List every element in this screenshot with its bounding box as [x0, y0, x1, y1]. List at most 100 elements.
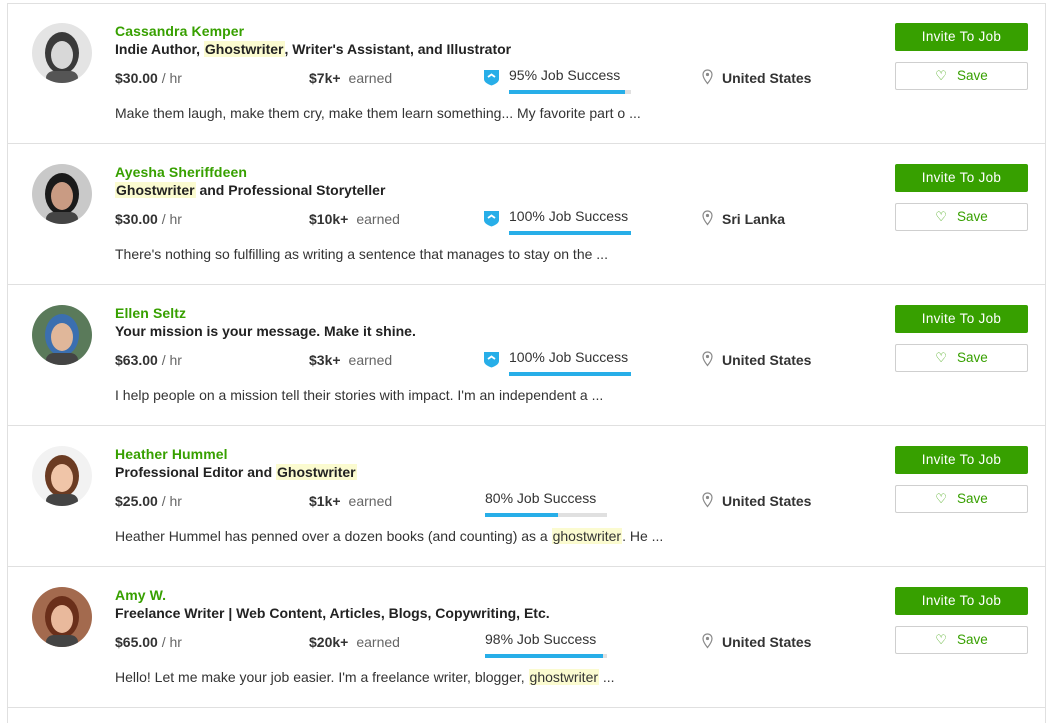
desc-text-rest: ... — [599, 669, 615, 685]
map-pin-icon — [702, 633, 713, 649]
earned-value: $3k+ — [309, 352, 341, 368]
hourly-rate: $30.00 / hr — [115, 211, 182, 227]
heart-outline-icon: ♡ — [935, 491, 947, 506]
freelancer-title: Professional Editor and Ghostwriter — [115, 464, 357, 480]
freelancer-title: Ghostwriter and Professional Storyteller — [115, 182, 385, 198]
freelancer-name[interactable]: Amy W. — [115, 587, 166, 603]
earned-value: $10k+ — [309, 211, 349, 227]
total-earned: $1k+ earned — [309, 493, 392, 509]
rate-unit: / hr — [161, 70, 182, 86]
desc-text: Heather Hummel has penned over a dozen b… — [115, 528, 552, 544]
freelancer-title: Your mission is your message. Make it sh… — [115, 323, 416, 339]
total-earned: $7k+ earned — [309, 70, 392, 86]
shield-badge-icon — [483, 351, 500, 368]
title-text-rest: and Professional Storyteller — [195, 182, 386, 198]
map-pin-icon — [702, 351, 713, 367]
freelancer-card: Amy W. Freelance Writer | Web Content, A… — [7, 567, 1046, 708]
location: United States — [702, 633, 812, 650]
heart-outline-icon: ♡ — [935, 350, 947, 365]
shield-badge-icon — [483, 69, 500, 86]
rate-unit: / hr — [161, 211, 182, 227]
job-success: 100% Job Success — [483, 202, 643, 236]
rate-value: $65.00 — [115, 634, 158, 650]
invite-to-job-button[interactable]: Invite To Job — [895, 305, 1028, 333]
rate-value: $30.00 — [115, 211, 158, 227]
earned-label: earned — [348, 352, 393, 368]
job-success: 100% Job Success — [483, 343, 643, 377]
title-text-rest: , Writer's Assistant, and Illustrator — [284, 41, 512, 57]
freelancer-description: I help people on a mission tell their st… — [115, 387, 603, 403]
job-success-bar — [485, 513, 607, 517]
map-pin-icon — [702, 210, 713, 226]
freelancer-description: There's nothing so fulfilling as writing… — [115, 246, 608, 262]
save-label: Save — [956, 632, 988, 647]
rate-unit: / hr — [161, 352, 182, 368]
total-earned: $3k+ earned — [309, 352, 392, 368]
job-success: 98% Job Success — [483, 625, 643, 659]
earned-value: $20k+ — [309, 634, 349, 650]
rate-value: $25.00 — [115, 493, 158, 509]
location-text: United States — [722, 634, 812, 650]
desc-text: I help people on a mission tell their st… — [115, 387, 604, 403]
hourly-rate: $63.00 / hr — [115, 352, 182, 368]
location: Sri Lanka — [702, 210, 786, 227]
invite-to-job-button[interactable]: Invite To Job — [895, 164, 1028, 192]
save-button[interactable]: ♡ Save — [895, 344, 1028, 372]
heart-outline-icon: ♡ — [935, 68, 947, 83]
job-success-fill — [485, 654, 604, 658]
location-text: United States — [722, 493, 812, 509]
earned-label: earned — [348, 493, 393, 509]
job-success-fill — [509, 90, 625, 94]
job-success-text: 80% Job Success — [485, 490, 597, 506]
avatar[interactable] — [32, 446, 92, 506]
job-success-fill — [509, 372, 631, 376]
title-text: Freelance Writer | Web Content, Articles… — [115, 605, 550, 621]
location-text: Sri Lanka — [722, 211, 786, 227]
hourly-rate: $30.00 / hr — [115, 70, 182, 86]
freelancer-card: Ellen Seltz Your mission is your message… — [7, 285, 1046, 426]
save-button[interactable]: ♡ Save — [895, 626, 1028, 654]
title-highlight: Ghostwriter — [115, 182, 196, 198]
rate-unit: / hr — [161, 634, 182, 650]
job-success-bar — [485, 654, 607, 658]
desc-highlight: ghostwriter — [551, 528, 623, 544]
avatar[interactable] — [32, 164, 92, 224]
earned-value: $7k+ — [309, 70, 341, 86]
total-earned: $10k+ earned — [309, 211, 400, 227]
invite-to-job-button[interactable]: Invite To Job — [895, 23, 1028, 51]
save-label: Save — [956, 491, 988, 506]
desc-text: Make them laugh, make them cry, make the… — [115, 105, 641, 121]
earned-label: earned — [348, 70, 393, 86]
avatar[interactable] — [32, 587, 92, 647]
title-text: Indie Author, — [115, 41, 204, 57]
freelancer-card: Ayesha Sheriffdeen Ghostwriter and Profe… — [7, 144, 1046, 285]
desc-text-rest: . He ... — [622, 528, 664, 544]
desc-text: There's nothing so fulfilling as writing… — [115, 246, 608, 262]
invite-to-job-button[interactable]: Invite To Job — [895, 446, 1028, 474]
title-text: Professional Editor and — [115, 464, 277, 480]
save-label: Save — [956, 209, 988, 224]
freelancer-name[interactable]: Ayesha Sheriffdeen — [115, 164, 247, 180]
job-success-bar — [509, 372, 631, 376]
freelancer-name[interactable]: Heather Hummel — [115, 446, 228, 462]
earned-value: $1k+ — [309, 493, 341, 509]
desc-text: Hello! Let me make your job easier. I'm … — [115, 669, 529, 685]
job-success-bar — [509, 90, 631, 94]
save-button[interactable]: ♡ Save — [895, 485, 1028, 513]
freelancer-name[interactable]: Ellen Seltz — [115, 305, 186, 321]
desc-highlight: ghostwriter — [528, 669, 600, 685]
job-success-text: 98% Job Success — [485, 631, 597, 647]
freelancer-name[interactable]: Cassandra Kemper — [115, 23, 244, 39]
save-button[interactable]: ♡ Save — [895, 203, 1028, 231]
avatar[interactable] — [32, 23, 92, 83]
job-success-text: 95% Job Success — [509, 67, 621, 83]
save-button[interactable]: ♡ Save — [895, 62, 1028, 90]
map-pin-icon — [702, 69, 713, 85]
avatar[interactable] — [32, 305, 92, 365]
freelancer-title: Freelance Writer | Web Content, Articles… — [115, 605, 550, 621]
rate-unit: / hr — [161, 493, 182, 509]
invite-to-job-button[interactable]: Invite To Job — [895, 587, 1028, 615]
job-success: 95% Job Success — [483, 61, 643, 95]
heart-outline-icon: ♡ — [935, 632, 947, 647]
job-success-fill — [485, 513, 559, 517]
